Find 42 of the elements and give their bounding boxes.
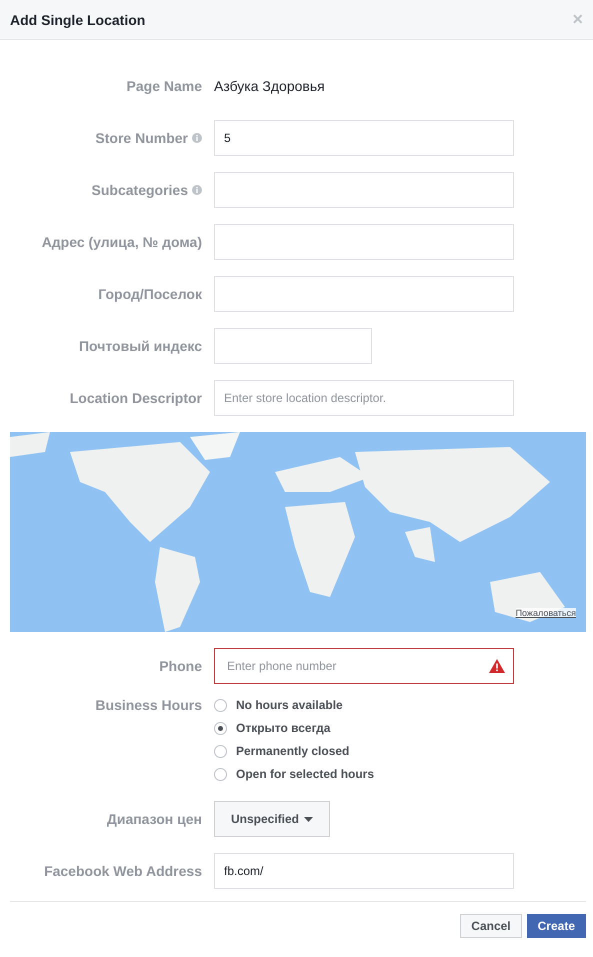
radio-label: No hours available — [236, 698, 343, 712]
input-field[interactable] — [214, 172, 514, 208]
info-icon[interactable] — [192, 185, 202, 195]
field-label: Диапазон цен — [106, 811, 202, 827]
field-label: Location Descriptor — [70, 390, 202, 406]
report-link[interactable]: Пожаловаться — [516, 608, 576, 618]
cancel-button[interactable]: Cancel — [460, 914, 522, 938]
radio-label: Открыто всегда — [236, 721, 330, 735]
field-label: Business Hours — [95, 697, 202, 713]
radio-button[interactable] — [214, 744, 227, 758]
field-label: Store Number — [95, 130, 188, 146]
field-label: Почтовый индекс — [78, 338, 202, 354]
input-field[interactable]: 5 — [214, 120, 514, 156]
price-dropdown[interactable]: Unspecified — [214, 801, 330, 837]
input-field[interactable] — [214, 276, 514, 312]
radio-option[interactable]: No hours available — [214, 696, 374, 714]
dialog-title: Add Single Location — [10, 12, 146, 28]
field-label: Город/Поселок — [98, 286, 202, 302]
field-label: Subcategories — [92, 182, 188, 198]
phone-field[interactable]: Enter phone number — [214, 648, 514, 684]
warning-icon — [489, 659, 505, 673]
radio-label: Permanently closed — [236, 744, 350, 758]
map[interactable]: Пожаловаться — [10, 432, 586, 632]
radio-option[interactable]: Open for selected hours — [214, 765, 374, 783]
field-label: Адрес (улица, № дома) — [42, 234, 202, 250]
input-field[interactable] — [214, 328, 372, 364]
radio-button[interactable] — [214, 698, 227, 712]
radio-label: Open for selected hours — [236, 767, 374, 781]
page-name: Азбука Здоровья — [214, 78, 325, 94]
create-button[interactable]: Create — [526, 914, 586, 938]
field-label: Page Name — [126, 78, 202, 94]
info-icon[interactable] — [192, 133, 202, 143]
input-field[interactable] — [214, 224, 514, 260]
field-label: Facebook Web Address — [44, 863, 202, 879]
radio-button[interactable] — [214, 768, 227, 780]
input-field[interactable]: Enter store location descriptor. — [214, 380, 514, 416]
field-label: Phone — [159, 658, 202, 674]
radio-option[interactable]: Открыто всегда — [214, 719, 374, 737]
radio-button[interactable] — [214, 722, 227, 734]
radio-option[interactable]: Permanently closed — [214, 742, 374, 760]
input-field[interactable]: fb.com/ — [214, 853, 514, 889]
caret-icon — [304, 816, 314, 822]
